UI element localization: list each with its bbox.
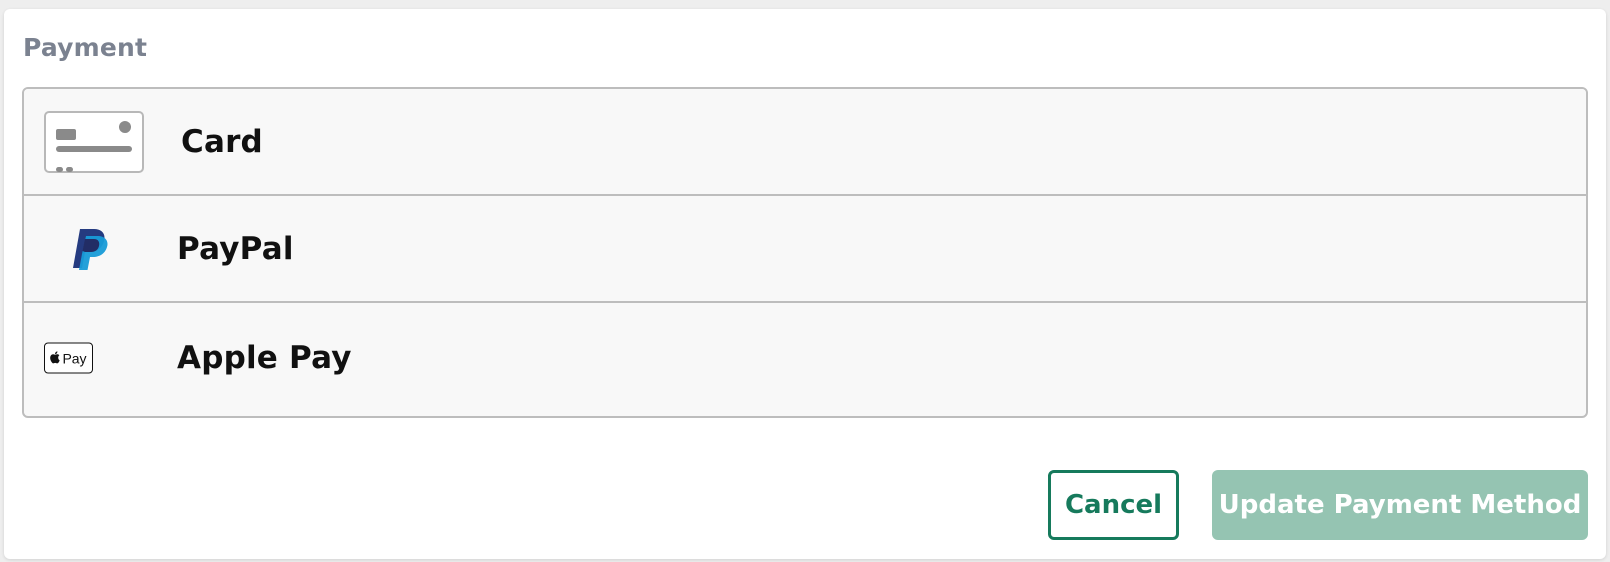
apple-logo-icon — [50, 350, 61, 366]
update-payment-method-button[interactable]: Update Payment Method — [1212, 470, 1588, 540]
payment-method-label: PayPal — [177, 230, 294, 267]
paypal-icon — [70, 227, 110, 271]
payment-method-label: Apple Pay — [177, 340, 352, 376]
apple-pay-icon: Pay — [44, 342, 93, 374]
payment-method-applepay[interactable]: Pay Apple Pay — [24, 303, 1586, 413]
payment-method-list: Card PayPal Pay Apple Pay — [22, 87, 1588, 418]
apple-pay-icon-text: Pay — [62, 350, 87, 366]
cancel-button[interactable]: Cancel — [1048, 470, 1179, 540]
payment-method-card[interactable]: Card — [24, 89, 1586, 196]
credit-card-icon — [44, 110, 144, 173]
payment-method-label: Card — [181, 123, 263, 160]
section-title: Payment — [23, 33, 148, 62]
payment-panel: Payment Card PayPal Pay Apple Pay Cancel… — [4, 9, 1606, 559]
payment-method-paypal[interactable]: PayPal — [24, 196, 1586, 303]
